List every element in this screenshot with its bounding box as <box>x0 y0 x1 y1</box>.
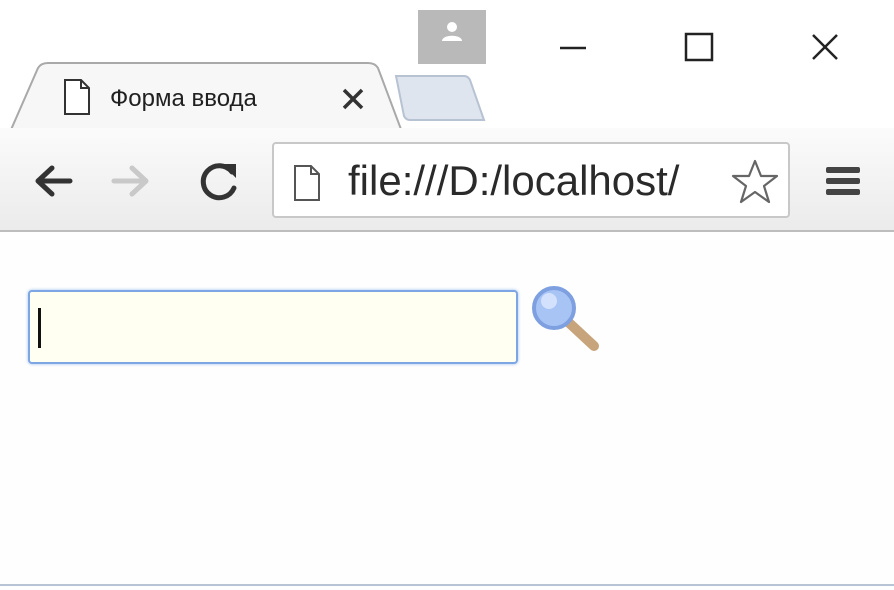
reload-icon[interactable] <box>196 158 242 204</box>
address-text[interactable]: file:///D:/localhost/ <box>348 156 728 206</box>
browser-window: Форма ввода file:///D:/localhost/ <box>0 0 894 590</box>
minimize-icon <box>560 46 586 50</box>
close-icon[interactable] <box>338 84 368 114</box>
page-icon <box>294 165 320 201</box>
person-icon <box>442 22 462 41</box>
address-bar[interactable]: file:///D:/localhost/ <box>272 142 790 218</box>
text-caret <box>38 308 41 348</box>
hamburger-menu-icon[interactable] <box>820 158 866 204</box>
toolbar: file:///D:/localhost/ <box>0 128 894 232</box>
tab-active[interactable]: Форма ввода <box>10 62 402 132</box>
page-icon <box>64 79 90 115</box>
star-icon[interactable] <box>730 158 780 206</box>
tab-title: Форма ввода <box>110 85 257 112</box>
minimize-button[interactable] <box>548 22 598 72</box>
arrow-left-icon[interactable] <box>30 158 76 204</box>
search-input[interactable] <box>28 290 518 364</box>
close-window-button[interactable] <box>800 22 850 72</box>
page-content <box>0 232 894 590</box>
maximize-button[interactable] <box>674 22 724 72</box>
arrow-right-icon[interactable] <box>108 158 154 204</box>
title-bar: Форма ввода <box>0 0 894 132</box>
maximize-icon <box>684 32 714 62</box>
magnifier-icon[interactable] <box>528 282 604 358</box>
profile-button[interactable] <box>418 10 486 64</box>
close-icon <box>812 34 838 60</box>
window-bottom-border <box>0 584 894 586</box>
new-tab-button[interactable] <box>388 72 488 124</box>
